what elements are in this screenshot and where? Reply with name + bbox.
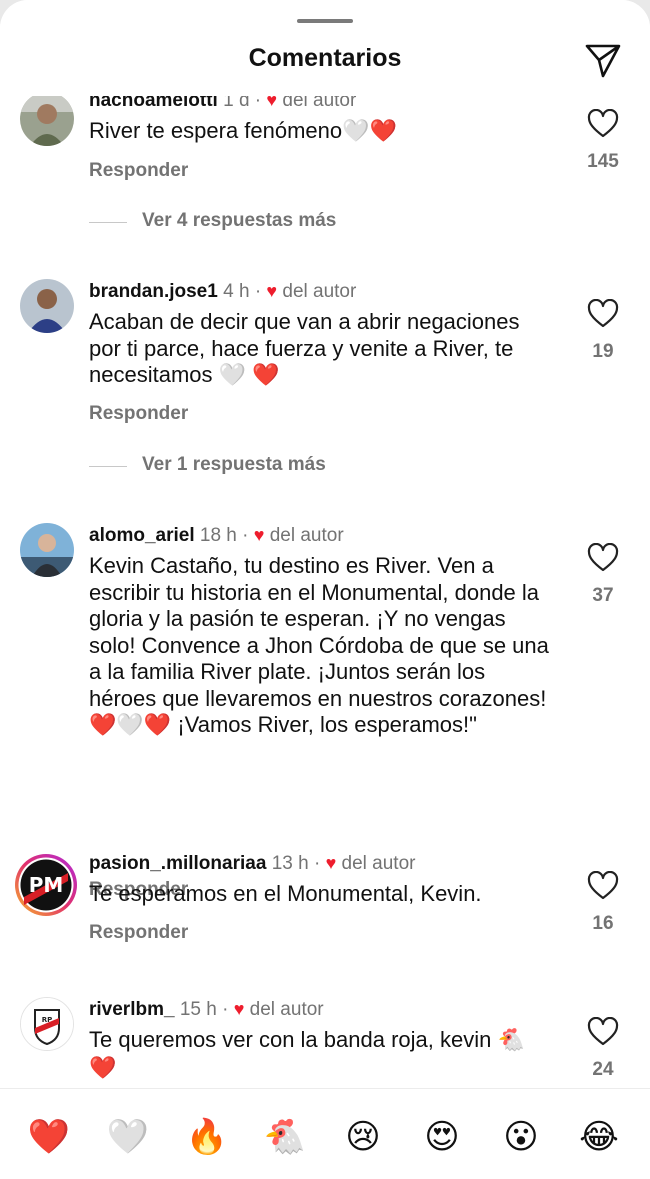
reaction-laughing[interactable]: 😂 bbox=[576, 1115, 622, 1159]
username[interactable]: riverlbm_ bbox=[89, 999, 175, 1020]
like-count: 24 bbox=[592, 1059, 614, 1080]
reply-button[interactable]: Responder bbox=[89, 922, 188, 944]
paper-plane-icon[interactable] bbox=[583, 40, 623, 80]
comment-text: Te queremos ver con la banda roja, kevin… bbox=[89, 1027, 525, 1081]
view-more-replies-label: Ver 4 respuestas más bbox=[142, 210, 337, 231]
quick-reactions-bar: ❤️ 🤍 🔥 🐔 😢 😍 😮 😂 bbox=[0, 1088, 650, 1179]
timestamp: 4 h bbox=[223, 281, 250, 302]
author-liked-label: del autor bbox=[282, 96, 357, 111]
white-heart-emoji: 🤍 bbox=[116, 713, 144, 738]
comment-text: River te espera fenómeno🤍❤️ bbox=[89, 118, 397, 144]
comment-text: Acaban de decir que van a abrir negacion… bbox=[89, 309, 520, 388]
comment-meta: nachoamelotti 1 d · ♥ del autor bbox=[89, 96, 356, 113]
avatar[interactable]: PM bbox=[14, 853, 78, 917]
reaction-crying[interactable]: 😢 bbox=[340, 1115, 386, 1159]
username[interactable]: brandan.jose1 bbox=[89, 281, 218, 302]
timestamp: 1 d bbox=[223, 96, 250, 111]
comments-sheet: nachoamelotti 1 d · ♥ del autor River te… bbox=[0, 0, 650, 1179]
replies-divider bbox=[89, 466, 127, 467]
heart-outline-icon[interactable] bbox=[587, 871, 619, 901]
chicken-emoji: 🐔 bbox=[497, 1028, 525, 1053]
author-liked-label: del autor bbox=[269, 525, 344, 546]
comment-meta: brandan.jose1 4 h · ♥ del autor bbox=[89, 281, 357, 302]
view-more-replies[interactable]: Ver 4 respuestas más bbox=[0, 210, 650, 236]
avatar[interactable] bbox=[20, 523, 74, 577]
author-heart-icon: ♥ bbox=[325, 853, 337, 873]
reaction-heart-eyes[interactable]: 😍 bbox=[419, 1115, 465, 1159]
comment-text: Te esperamos en el Monumental, Kevin. bbox=[89, 881, 482, 906]
reaction-red-heart[interactable]: ❤️ bbox=[26, 1115, 72, 1159]
author-liked-label: del autor bbox=[341, 853, 416, 874]
replies-divider bbox=[89, 222, 127, 223]
sheet-header: Comentarios bbox=[0, 0, 650, 96]
like-count: 16 bbox=[592, 913, 614, 934]
heart-outline-icon[interactable] bbox=[587, 109, 619, 139]
username[interactable]: nachoamelotti bbox=[89, 96, 218, 111]
comments-list[interactable]: nachoamelotti 1 d · ♥ del autor River te… bbox=[0, 96, 650, 1088]
red-heart-emoji: ❤️ bbox=[89, 713, 117, 738]
avatar[interactable]: RP bbox=[20, 997, 74, 1051]
heart-outline-icon[interactable] bbox=[587, 299, 619, 329]
comment-meta: pasion_.millonariaa 13 h · ♥ del autor bbox=[89, 853, 416, 874]
reply-button[interactable]: Responder bbox=[89, 160, 188, 182]
avatar[interactable] bbox=[20, 279, 74, 333]
timestamp: 15 h bbox=[179, 999, 217, 1020]
red-heart-emoji: ❤️ bbox=[89, 1055, 117, 1081]
timestamp: 18 h bbox=[199, 525, 237, 546]
svg-text:RP: RP bbox=[42, 1016, 53, 1024]
reaction-chicken[interactable]: 🐔 bbox=[262, 1115, 308, 1159]
author-heart-icon: ♥ bbox=[266, 281, 278, 301]
white-heart-emoji: 🤍 bbox=[218, 363, 247, 388]
page-title: Comentarios bbox=[248, 44, 402, 72]
drag-handle[interactable] bbox=[297, 19, 353, 23]
view-more-replies[interactable]: Ver 1 respuesta más bbox=[0, 454, 650, 480]
author-heart-icon: ♥ bbox=[233, 999, 245, 1019]
timestamp: 13 h bbox=[271, 853, 309, 874]
view-more-replies-label: Ver 1 respuesta más bbox=[142, 454, 326, 475]
reaction-fire[interactable]: 🔥 bbox=[184, 1115, 230, 1159]
reply-button[interactable]: Responder bbox=[89, 403, 188, 425]
reaction-surprised[interactable]: 😮 bbox=[498, 1115, 544, 1159]
avatar[interactable] bbox=[20, 96, 74, 146]
reaction-white-heart[interactable]: 🤍 bbox=[105, 1115, 151, 1159]
like-count: 37 bbox=[592, 585, 614, 606]
white-heart-emoji: 🤍 bbox=[342, 119, 370, 144]
red-heart-emoji: ❤️ bbox=[369, 119, 397, 144]
red-heart-emoji: ❤️ bbox=[252, 363, 280, 388]
author-liked-label: del autor bbox=[282, 281, 357, 302]
author-heart-icon: ♥ bbox=[253, 525, 265, 545]
comment-meta: alomo_ariel 18 h · ♥ del autor bbox=[89, 525, 344, 546]
heart-outline-icon[interactable] bbox=[587, 1017, 619, 1047]
like-count: 19 bbox=[592, 341, 614, 362]
comment-meta: riverlbm_ 15 h · ♥ del autor bbox=[89, 999, 324, 1020]
author-liked-label: del autor bbox=[249, 999, 324, 1020]
username[interactable]: pasion_.millonariaa bbox=[89, 853, 266, 874]
like-count: 145 bbox=[587, 151, 619, 172]
heart-outline-icon[interactable] bbox=[587, 543, 619, 573]
red-heart-emoji: ❤️ bbox=[143, 713, 172, 738]
comment-text: Kevin Castaño, tu destino es River. Ven … bbox=[89, 553, 549, 738]
username[interactable]: alomo_ariel bbox=[89, 525, 195, 546]
author-heart-icon: ♥ bbox=[266, 96, 278, 110]
avatar-text: PM bbox=[29, 873, 64, 897]
